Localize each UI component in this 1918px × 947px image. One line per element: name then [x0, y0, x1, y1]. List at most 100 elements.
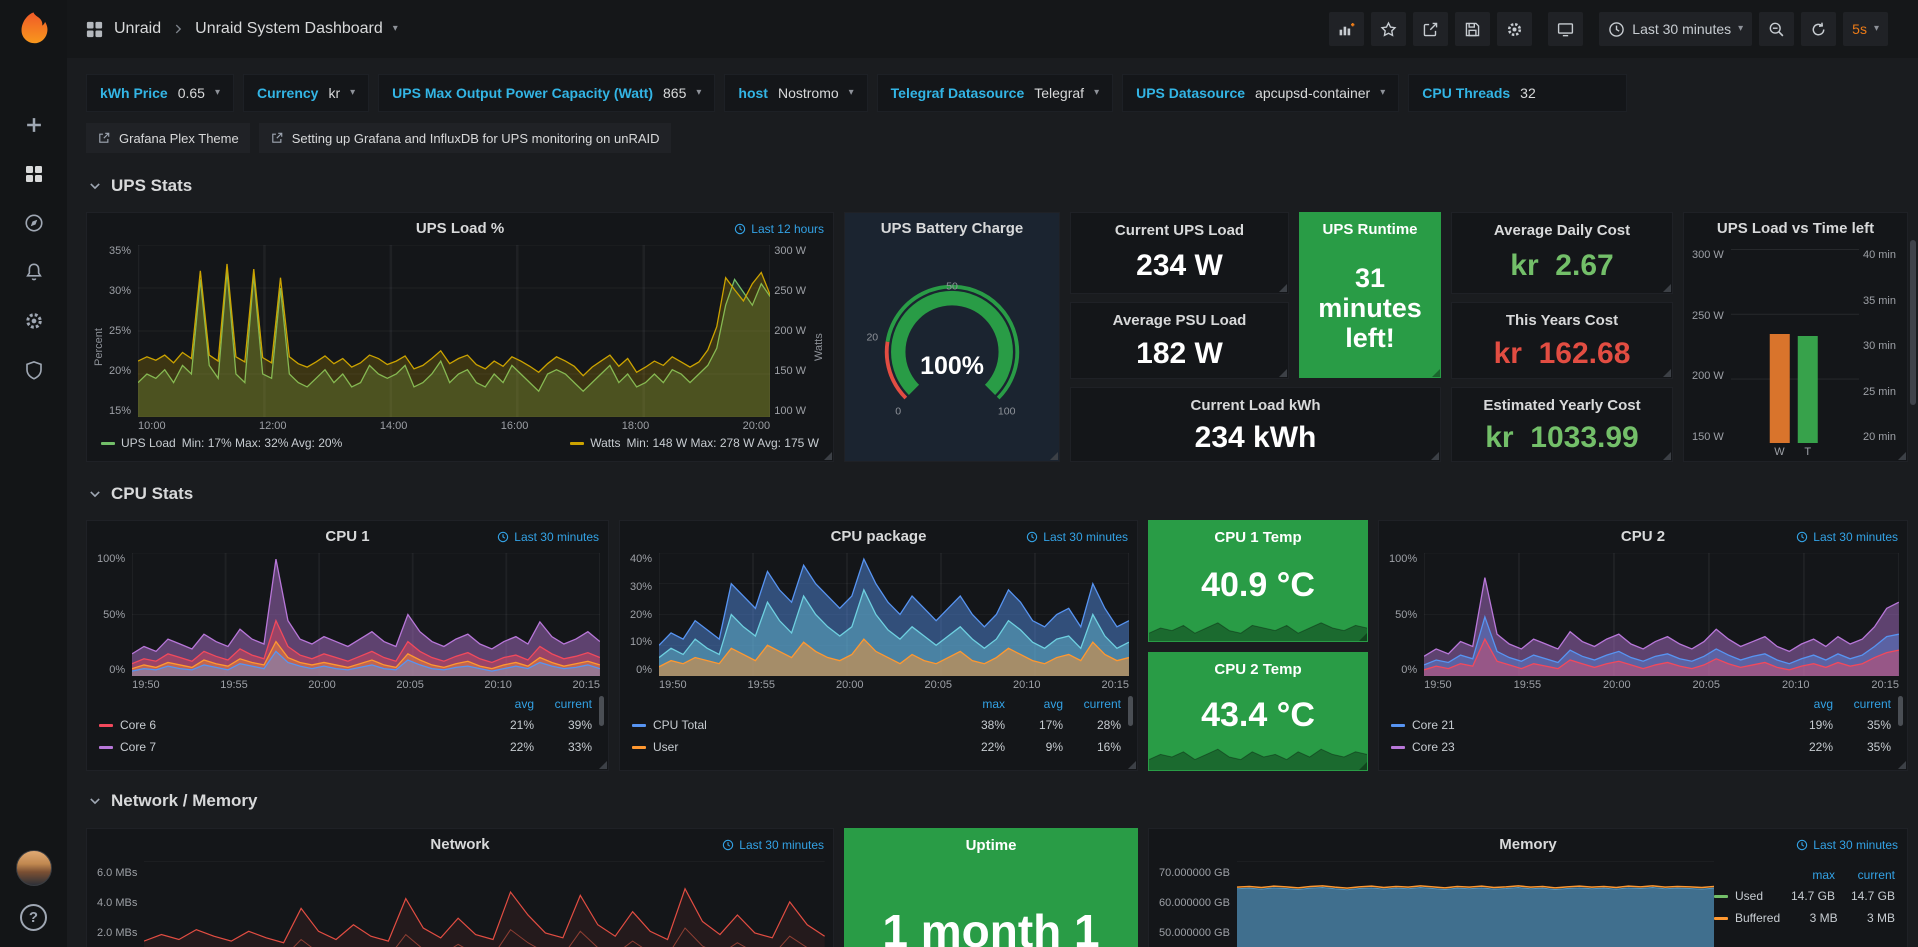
caret-down-icon: ▾ — [1094, 88, 1099, 98]
variable-currency[interactable]: Currencykr▾ — [243, 74, 369, 112]
apps-grid-icon[interactable] — [85, 20, 104, 39]
network-chart[interactable] — [144, 861, 825, 947]
sidebar-item-explore[interactable] — [12, 206, 56, 240]
variable-ups-datasource[interactable]: UPS Datasourceapcupsd-container▾ — [1122, 74, 1399, 112]
stat-title[interactable]: Estimated Yearly Cost — [1452, 397, 1672, 414]
refresh-interval-picker[interactable]: 5s ▾ — [1843, 12, 1888, 46]
legend-series-name[interactable]: Core 7 — [99, 740, 476, 754]
stat-title[interactable]: Uptime — [844, 837, 1138, 854]
panel-time-override: Last 30 minutes — [1796, 530, 1898, 544]
panel-title[interactable]: Memory — [1499, 836, 1557, 853]
ups-load-chart[interactable] — [138, 245, 770, 417]
legend-series-name[interactable]: Core 6 — [99, 718, 476, 732]
star-button[interactable] — [1371, 12, 1406, 46]
legend-series-name[interactable]: CPU Total — [632, 718, 947, 732]
stat-title[interactable]: Average Daily Cost — [1452, 222, 1672, 239]
link-ups-monitoring-guide[interactable]: Setting up Grafana and InfluxDB for UPS … — [259, 123, 671, 153]
breadcrumb-app[interactable]: Unraid — [114, 20, 161, 38]
panel-title[interactable]: CPU 2 — [1621, 528, 1665, 545]
stat-value: kr 1033.99 — [1452, 414, 1672, 461]
panel-cpu1-temp: CPU 1 Temp 40.9 °C — [1148, 520, 1368, 642]
cycle-view-button[interactable] — [1548, 12, 1583, 46]
section-network-memory[interactable]: Network / Memory — [88, 789, 257, 813]
variable-cpu-threads[interactable]: CPU Threads32 — [1408, 74, 1627, 112]
panel-time-override: Last 12 hours — [734, 222, 824, 236]
stat-title[interactable]: CPU 1 Temp — [1148, 529, 1368, 546]
panel-title[interactable]: Network — [430, 836, 489, 853]
stat-title[interactable]: Current Load kWh — [1071, 397, 1440, 414]
refresh-button[interactable] — [1801, 12, 1836, 46]
time-range-picker[interactable]: Last 30 minutes ▾ — [1599, 12, 1752, 46]
grafana-logo[interactable] — [13, 9, 54, 50]
zoom-out-icon — [1768, 21, 1785, 38]
legend-scrollbar[interactable] — [599, 696, 604, 726]
legend-series-name[interactable]: Core 21 — [1391, 718, 1775, 732]
caret-down-icon[interactable]: ▾ — [393, 24, 398, 34]
panel-ups-battery-charge: UPS Battery Charge 0 20 50 100 100% — [844, 212, 1060, 462]
section-ups-stats[interactable]: UPS Stats — [88, 174, 192, 198]
stat-title[interactable]: Current UPS Load — [1071, 222, 1288, 239]
sidebar-item-alerting[interactable] — [12, 255, 56, 289]
legend-series-name[interactable]: Watts — [590, 436, 620, 450]
help-button[interactable]: ? — [20, 904, 47, 931]
stat-title[interactable]: CPU 2 Temp — [1148, 661, 1368, 678]
legend-marker — [1391, 724, 1405, 727]
legend-series-name[interactable]: Core 23 — [1391, 740, 1775, 754]
link-grafana-plex-theme[interactable]: Grafana Plex Theme — [86, 123, 250, 153]
panel-title[interactable]: UPS Load % — [416, 220, 504, 237]
panel-header: UPS Load vs Time left — [1684, 213, 1907, 243]
panel-time-override: Last 30 minutes — [497, 530, 599, 544]
ups-load-vs-time-chart[interactable] — [1731, 249, 1859, 443]
cpu2-chart[interactable] — [1424, 553, 1899, 676]
stat-title[interactable]: UPS Runtime — [1299, 221, 1441, 238]
cpu1-chart[interactable] — [132, 553, 600, 676]
sidebar-item-configuration[interactable] — [12, 304, 56, 338]
panel-title[interactable]: CPU 1 — [325, 528, 369, 545]
panel-header: CPU 2 Last 30 minutes — [1379, 521, 1907, 551]
legend-scrollbar[interactable] — [1898, 696, 1903, 726]
variable-kwh-price[interactable]: kWh Price0.65▾ — [86, 74, 234, 112]
zoom-out-button[interactable] — [1759, 12, 1794, 46]
variable-host[interactable]: hostNostromo▾ — [724, 74, 867, 112]
legend-series-name[interactable]: User — [632, 740, 947, 754]
sidebar-item-dashboards[interactable] — [12, 157, 56, 191]
variable-ups-max-output[interactable]: UPS Max Output Power Capacity (Watt)865▾ — [378, 74, 715, 112]
legend-series-name[interactable]: UPS Load — [121, 436, 176, 450]
y-axis-ticks-left: 300 W250 W200 W150 W — [1688, 249, 1731, 461]
add-panel-button[interactable] — [1329, 12, 1364, 46]
question-icon: ? — [29, 909, 38, 926]
monitor-icon — [1557, 21, 1574, 38]
stat-title[interactable]: Average PSU Load — [1071, 312, 1288, 329]
dashboard-title[interactable]: Unraid System Dashboard — [195, 20, 383, 38]
user-avatar[interactable] — [16, 850, 52, 886]
variable-telegraf-datasource[interactable]: Telegraf DatasourceTelegraf▾ — [877, 74, 1113, 112]
cpu-package-chart[interactable] — [659, 553, 1129, 676]
save-dashboard-button[interactable] — [1455, 12, 1490, 46]
dashboard-settings-button[interactable] — [1497, 12, 1532, 46]
legend-scrollbar[interactable] — [1128, 696, 1133, 726]
external-link-icon — [270, 131, 284, 145]
clock-icon — [734, 223, 746, 235]
legend-series-name[interactable]: Used — [1714, 889, 1775, 903]
panel-header: Network Last 30 minutes — [87, 829, 833, 859]
panel-title[interactable]: UPS Battery Charge — [881, 220, 1024, 237]
dashboards-icon — [24, 164, 44, 184]
panel-title[interactable]: CPU package — [831, 528, 927, 545]
variables-row: kWh Price0.65▾ Currencykr▾ UPS Max Outpu… — [86, 74, 1627, 112]
page-scrollbar[interactable] — [1910, 240, 1916, 405]
panel-average-psu-load: Average PSU Load 182 W — [1070, 302, 1289, 379]
x-axis-ticks: WT — [1731, 443, 1859, 461]
panel-header: Memory Last 30 minutes — [1149, 829, 1907, 859]
x-axis-ticks: 19:5019:5520:0020:0520:1020:15 — [132, 676, 600, 692]
sidebar-item-server-admin[interactable] — [12, 353, 56, 387]
create-button[interactable] — [12, 108, 56, 142]
share-button[interactable] — [1413, 12, 1448, 46]
memory-chart[interactable] — [1237, 861, 1714, 947]
section-cpu-stats[interactable]: CPU Stats — [88, 482, 193, 506]
x-axis-ticks: 10:0012:0014:0016:0018:0020:00 — [138, 417, 770, 433]
panel-title[interactable]: UPS Load vs Time left — [1717, 220, 1874, 237]
legend-series-name[interactable]: Buffered — [1714, 911, 1780, 925]
sidebar: ? — [0, 0, 67, 947]
clock-icon — [1608, 21, 1625, 38]
stat-title[interactable]: This Years Cost — [1452, 312, 1672, 329]
